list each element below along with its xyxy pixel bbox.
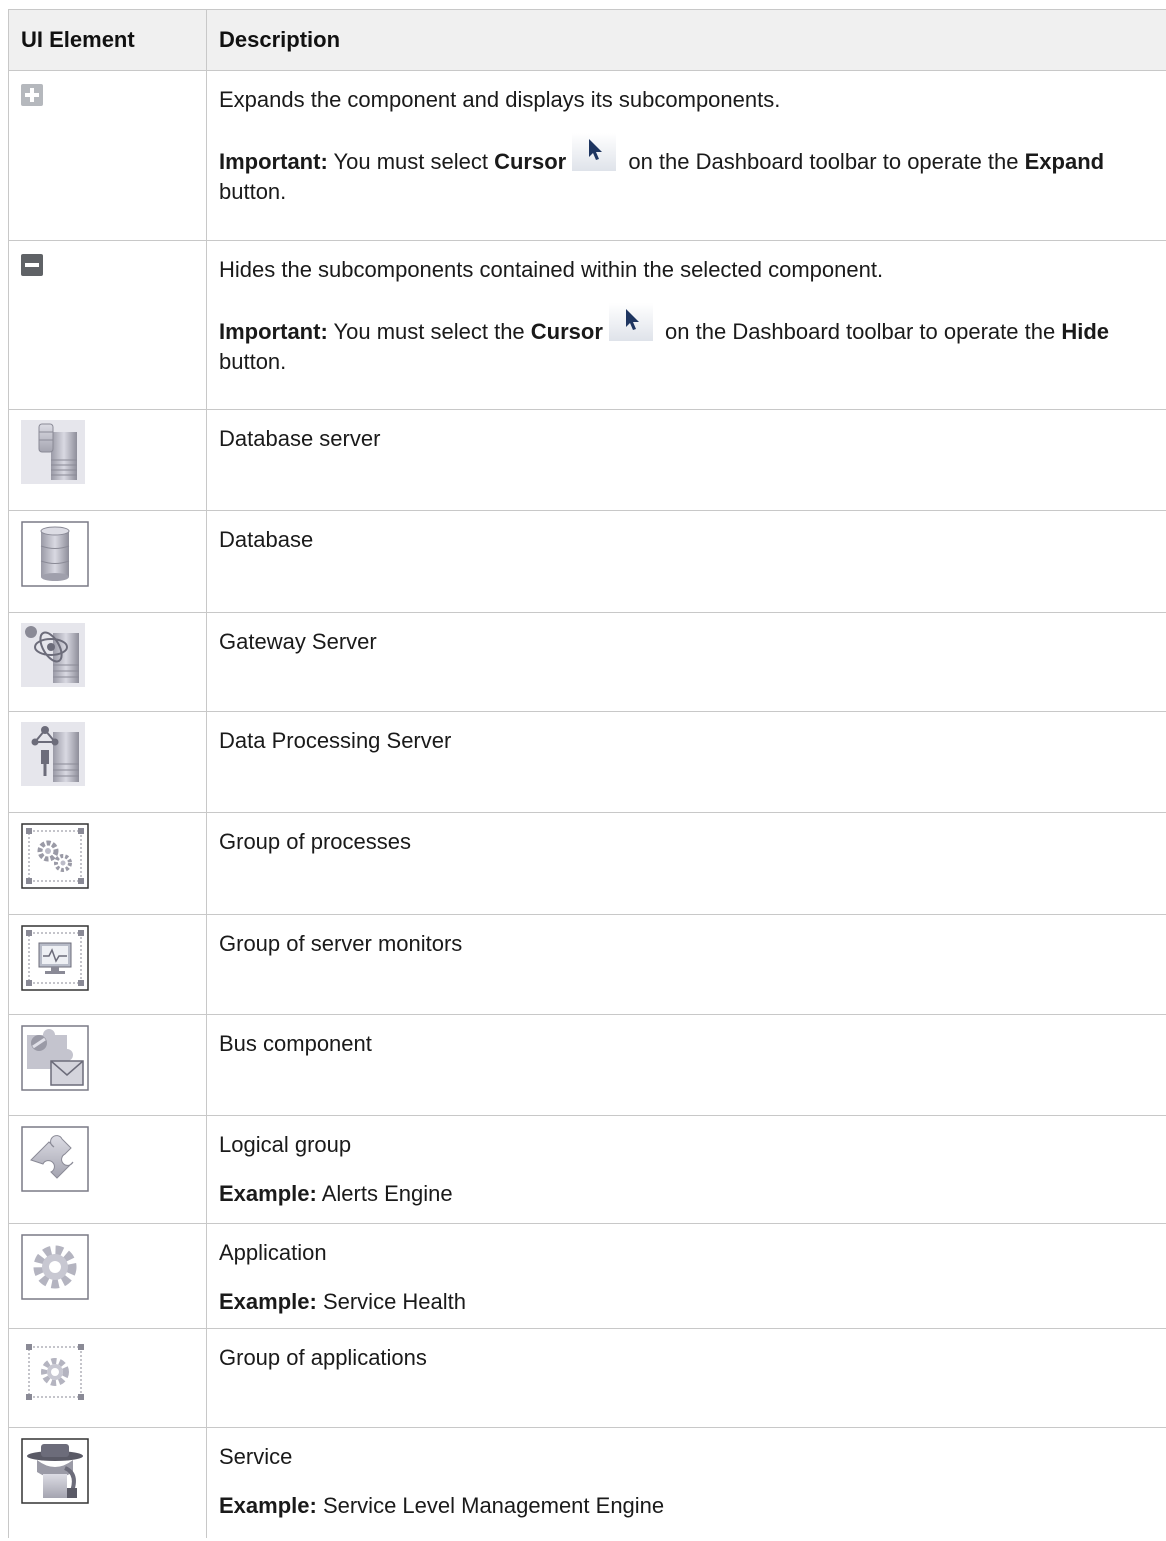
description-cell: Application Example: Service Health [206,1223,1166,1329]
gateway-server-icon [21,623,85,687]
example-text: Alerts Engine [316,1181,453,1206]
note-text: You must select the [327,319,531,344]
description-cell: Service Example: Service Level Managemen… [206,1427,1166,1538]
description-text: Bus component [219,1031,372,1056]
ui-element-cell [8,812,207,915]
description-cell: Bus component [206,1014,1166,1116]
table-row: Database [8,510,1166,613]
description-text: Expands the component and displays its s… [219,87,781,112]
description-cell: Data Processing Server [206,711,1166,813]
example-label: Example: [219,1181,317,1206]
cursor-icon [572,133,617,171]
description-cell: Group of applications [206,1328,1166,1428]
example-note: Example: Service Health [219,1287,1160,1316]
ui-element-cell [8,711,207,813]
plus-square-icon [21,84,43,106]
ui-element-cell [8,1115,207,1224]
gear-icon [21,1234,89,1300]
important-label: Important: [219,319,328,344]
ui-element-cell [8,70,207,241]
ui-element-cell [8,1223,207,1329]
example-note: Example: Service Level Management Engine [219,1491,1160,1520]
example-text: Service Health [316,1289,467,1314]
ui-element-cell [8,409,207,511]
table-row: Logical group Example: Alerts Engine [8,1115,1166,1224]
description-cell: Database [206,510,1166,613]
description-text: Data Processing Server [219,728,452,753]
cursor-icon [608,303,653,341]
cursor-label: Cursor [494,149,567,174]
table-row: Bus component [8,1014,1166,1116]
service-icon [21,1438,89,1504]
application-group-icon [26,1344,84,1400]
description-text: Gateway Server [219,629,377,654]
bus-component-icon [21,1025,89,1091]
ui-element-cell [8,612,207,712]
important-note: Important: You must select Cursor on the… [219,133,1160,206]
table-row: Hides the subcomponents contained within… [8,240,1166,410]
description-cell: Gateway Server [206,612,1166,712]
data-processing-server-icon [21,722,85,786]
description-text: Hides the subcomponents contained within… [219,257,884,282]
table-row: Service Example: Service Level Managemen… [8,1427,1166,1538]
description-text: Database [219,527,314,552]
example-label: Example: [219,1289,317,1314]
ui-elements-table: UI Element Description Expands the compo… [8,9,1166,1538]
server-monitor-group-icon [21,925,89,991]
note-text: on the Dashboard toolbar to operate the [658,319,1062,344]
column-header-ui-element: UI Element [8,9,207,71]
important-label: Important: [219,149,328,174]
example-text: Service Level Management Engine [316,1493,665,1518]
note-text: button. [219,349,287,374]
description-text: Group of processes [219,829,411,854]
description-text: Group of applications [219,1345,427,1370]
table-header-row: UI Element Description [8,9,1166,71]
table-row: Database server [8,409,1166,511]
table-row: Group of server monitors [8,914,1166,1015]
description-cell: Group of server monitors [206,914,1166,1015]
ui-element-cell [8,1014,207,1116]
table-row: Group of applications [8,1328,1166,1428]
description-text: Database server [219,426,381,451]
ui-element-cell [8,240,207,410]
table-row: Gateway Server [8,612,1166,712]
description-cell: Hides the subcomponents contained within… [206,240,1166,410]
hide-button-label: Hide [1061,319,1110,344]
database-icon [21,521,89,587]
minus-square-icon [21,254,43,276]
important-note: Important: You must select the Cursor on… [219,303,1160,376]
description-cell: Database server [206,409,1166,511]
note-text: button. [219,179,287,204]
ui-element-cell [8,914,207,1015]
description-cell: Logical group Example: Alerts Engine [206,1115,1166,1224]
ui-element-cell [8,1427,207,1538]
table-row: Expands the component and displays its s… [8,70,1166,241]
description-text: Logical group [219,1132,352,1157]
note-text: You must select [327,149,495,174]
description-cell: Expands the component and displays its s… [206,70,1166,241]
ui-element-cell [8,510,207,613]
description-text: Group of server monitors [219,931,463,956]
table-row: Data Processing Server [8,711,1166,813]
table-row: Application Example: Service Health [8,1223,1166,1329]
description-cell: Group of processes [206,812,1166,915]
process-group-icon [21,823,89,889]
ui-element-cell [8,1328,207,1428]
example-note: Example: Alerts Engine [219,1179,1160,1208]
database-server-icon [21,420,85,484]
description-text: Application [219,1240,327,1265]
cursor-label: Cursor [530,319,603,344]
column-header-description: Description [206,9,1166,71]
note-text: on the Dashboard toolbar to operate the [622,149,1025,174]
puzzle-icon [21,1126,89,1192]
description-text: Service [219,1444,293,1469]
example-label: Example: [219,1493,317,1518]
table-row: Group of processes [8,812,1166,915]
expand-button-label: Expand [1024,149,1105,174]
